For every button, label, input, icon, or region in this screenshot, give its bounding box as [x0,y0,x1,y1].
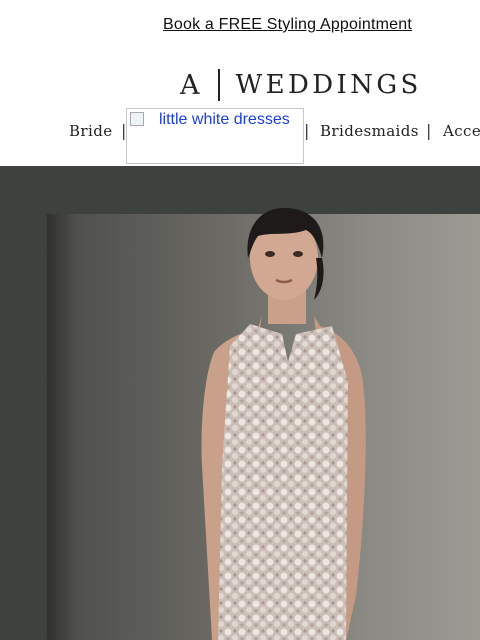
nav-separator: | [304,121,310,140]
book-styling-appointment-link[interactable]: Book a FREE Styling Appointment [163,16,412,34]
nav-item-accessories[interactable]: Acces [443,122,480,140]
main-nav: Bride | little white dresses | Bridesmai… [0,108,480,166]
image-alt-text: little white dresses [159,111,290,128]
logo-divider [217,69,220,101]
brand-logo[interactable]: A WEDDINGS [180,68,430,102]
hero-image[interactable] [0,166,480,640]
broken-image-icon [130,112,144,126]
little-white-dresses-image[interactable]: little white dresses [126,108,304,164]
nav-item-bridesmaids[interactable]: Bridesmaids [320,122,419,140]
model-illustration [201,207,366,640]
nav-separator: | [426,121,432,140]
promo-bar: Book a FREE Styling Appointment [0,0,480,52]
logo-wordmark: WEDDINGS [235,70,422,100]
nav-item-bride[interactable]: Bride [69,122,112,140]
sequin-dress [218,324,348,640]
logo-monogram: A [180,69,201,101]
